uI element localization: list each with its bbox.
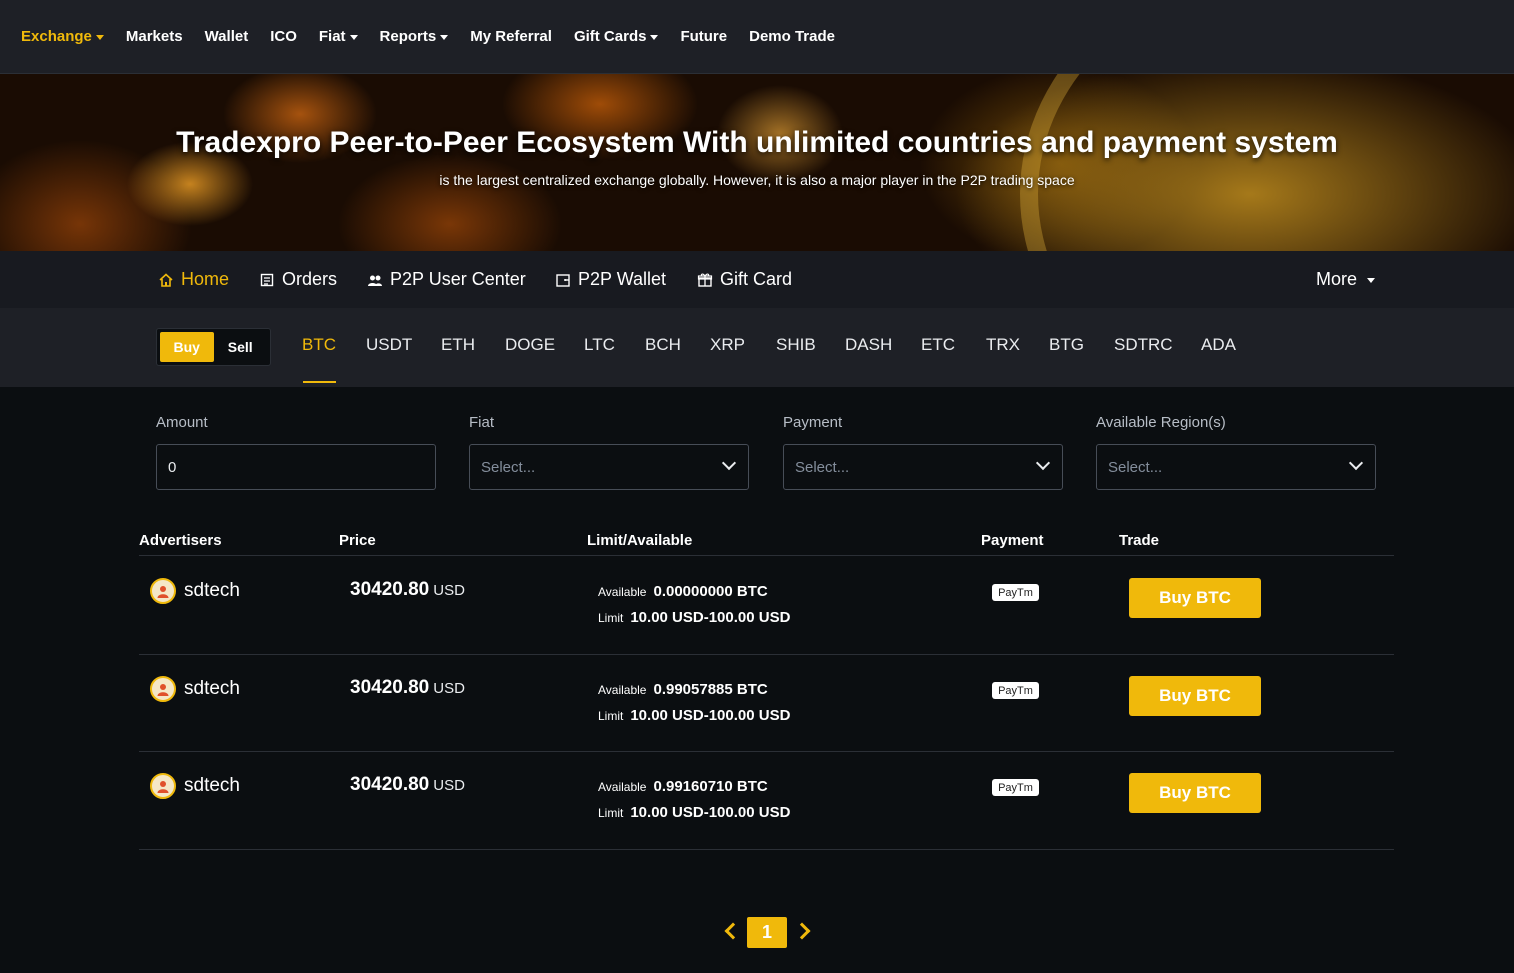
hero-banner: Tradexpro Peer-to-Peer Ecosystem With un… bbox=[0, 74, 1514, 251]
nav-ico[interactable]: ICO bbox=[270, 28, 297, 45]
caret-down-icon bbox=[95, 35, 104, 40]
bitcoin-coin-graphic bbox=[1020, 74, 1514, 251]
payment-select[interactable]: Select... bbox=[783, 444, 1063, 490]
limit-range: Limit 10.00 USD-100.00 USD bbox=[598, 804, 791, 821]
table-divider bbox=[139, 849, 1394, 850]
coin-tab-btg[interactable]: BTG bbox=[1049, 335, 1084, 355]
advertiser[interactable]: sdtech bbox=[150, 773, 240, 799]
top-navbar: Exchange Markets Wallet ICO Fiat Reports… bbox=[0, 0, 1514, 74]
chevron-right-icon[interactable] bbox=[793, 922, 811, 940]
nav-reports[interactable]: Reports bbox=[380, 28, 449, 45]
users-icon bbox=[367, 272, 383, 288]
coin-tab-ltc[interactable]: LTC bbox=[584, 335, 615, 355]
nav-my-referral[interactable]: My Referral bbox=[470, 28, 552, 45]
coin-tab-dash[interactable]: DASH bbox=[845, 335, 892, 355]
hero-subtitle: is the largest centralized exchange glob… bbox=[439, 172, 1075, 188]
available-amount: Available 0.99057885 BTC bbox=[598, 681, 768, 698]
amount-input[interactable]: 0 bbox=[156, 444, 436, 490]
price: 30420.80 USD bbox=[350, 579, 465, 600]
coin-tab-eth[interactable]: ETH bbox=[441, 335, 475, 355]
subnav-gift-card[interactable]: Gift Card bbox=[697, 269, 792, 290]
available-amount: Available 0.00000000 BTC bbox=[598, 583, 768, 600]
buy-btc-button[interactable]: Buy BTC bbox=[1129, 773, 1261, 813]
header-limit-available: Limit/Available bbox=[587, 532, 693, 549]
coin-tab-xrp[interactable]: XRP bbox=[710, 335, 745, 355]
paytm-badge: PayTm bbox=[992, 779, 1039, 796]
advertiser[interactable]: sdtech bbox=[150, 578, 240, 604]
header-advertisers: Advertisers bbox=[139, 532, 222, 549]
subnav-orders[interactable]: Orders bbox=[259, 269, 337, 290]
buy-btc-button[interactable]: Buy BTC bbox=[1129, 676, 1261, 716]
buy-sell-toggle: Buy Sell bbox=[156, 328, 271, 366]
buy-btc-button[interactable]: Buy BTC bbox=[1129, 578, 1261, 618]
caret-down-icon bbox=[440, 35, 449, 40]
amount-label: Amount bbox=[156, 414, 208, 431]
table-row: sdtech 30420.80 USD Available 0.99057885 B… bbox=[139, 654, 1394, 752]
fiat-label: Fiat bbox=[469, 414, 495, 431]
paytm-badge: PayTm bbox=[992, 584, 1039, 601]
active-coin-underline bbox=[303, 381, 336, 383]
page-number-button[interactable]: 1 bbox=[747, 917, 787, 948]
nav-demo-trade[interactable]: Demo Trade bbox=[749, 28, 835, 45]
caret-down-icon bbox=[349, 35, 358, 40]
header-trade: Trade bbox=[1119, 532, 1160, 549]
limit-range: Limit 10.00 USD-100.00 USD bbox=[598, 707, 791, 724]
coin-tab-btc[interactable]: BTC bbox=[302, 335, 336, 355]
advertiser[interactable]: sdtech bbox=[150, 676, 240, 702]
subnav-user-center[interactable]: P2P User Center bbox=[367, 269, 526, 290]
coin-tab-ada[interactable]: ADA bbox=[1201, 335, 1236, 355]
nav-markets[interactable]: Markets bbox=[126, 28, 183, 45]
limit-range: Limit 10.00 USD-100.00 USD bbox=[598, 609, 791, 626]
sell-tab[interactable]: Sell bbox=[214, 332, 268, 362]
coin-tab-bch[interactable]: BCH bbox=[645, 335, 681, 355]
wallet-icon bbox=[555, 272, 571, 288]
avatar bbox=[150, 676, 176, 702]
subnav-p2p-wallet[interactable]: P2P Wallet bbox=[555, 269, 666, 290]
coin-tab-sdtrc[interactable]: SDTRC bbox=[1114, 335, 1173, 355]
header-price: Price bbox=[339, 532, 376, 549]
nav-wallet[interactable]: Wallet bbox=[205, 28, 249, 45]
chevron-left-icon[interactable] bbox=[724, 922, 742, 940]
subnav-more[interactable]: More bbox=[1316, 269, 1376, 290]
paytm-badge: PayTm bbox=[992, 682, 1039, 699]
table-row: sdtech 30420.80 USD Available 0.99160710 B… bbox=[139, 751, 1394, 849]
payment-label: Payment bbox=[783, 414, 843, 431]
chevron-down-icon bbox=[1348, 455, 1364, 471]
price: 30420.80 USD bbox=[350, 774, 465, 795]
region-label: Available Region(s) bbox=[1096, 414, 1226, 431]
fiat-select[interactable]: Select... bbox=[469, 444, 749, 490]
header-payment: Payment bbox=[981, 532, 1044, 549]
nav-exchange[interactable]: Exchange bbox=[21, 28, 104, 45]
gift-icon bbox=[697, 272, 713, 288]
p2p-subnav: Home Orders P2P User Center P2P Wallet G… bbox=[0, 251, 1514, 308]
coin-tab-doge[interactable]: DOGE bbox=[505, 335, 555, 355]
available-amount: Available 0.99160710 BTC bbox=[598, 778, 768, 795]
hero-title: Tradexpro Peer-to-Peer Ecosystem With un… bbox=[176, 126, 1338, 159]
nav-gift-cards[interactable]: Gift Cards bbox=[574, 28, 659, 45]
avatar bbox=[150, 773, 176, 799]
coin-tab-shib[interactable]: SHIB bbox=[776, 335, 816, 355]
table-row: sdtech 30420.80 USD Available 0.00000000 B… bbox=[139, 556, 1394, 654]
coin-tab-trx[interactable]: TRX bbox=[986, 335, 1020, 355]
caret-down-icon bbox=[1367, 278, 1376, 283]
region-select[interactable]: Select... bbox=[1096, 444, 1376, 490]
caret-down-icon bbox=[650, 35, 659, 40]
nav-future[interactable]: Future bbox=[680, 28, 727, 45]
coin-tab-etc[interactable]: ETC bbox=[921, 335, 955, 355]
chevron-down-icon bbox=[721, 455, 737, 471]
avatar bbox=[150, 578, 176, 604]
price: 30420.80 USD bbox=[350, 677, 465, 698]
nav-fiat[interactable]: Fiat bbox=[319, 28, 358, 45]
home-icon bbox=[158, 272, 174, 288]
chevron-down-icon bbox=[1035, 455, 1051, 471]
orders-icon bbox=[259, 272, 275, 288]
coin-tab-usdt[interactable]: USDT bbox=[366, 335, 412, 355]
buy-tab[interactable]: Buy bbox=[160, 332, 214, 362]
subnav-home[interactable]: Home bbox=[158, 269, 229, 290]
